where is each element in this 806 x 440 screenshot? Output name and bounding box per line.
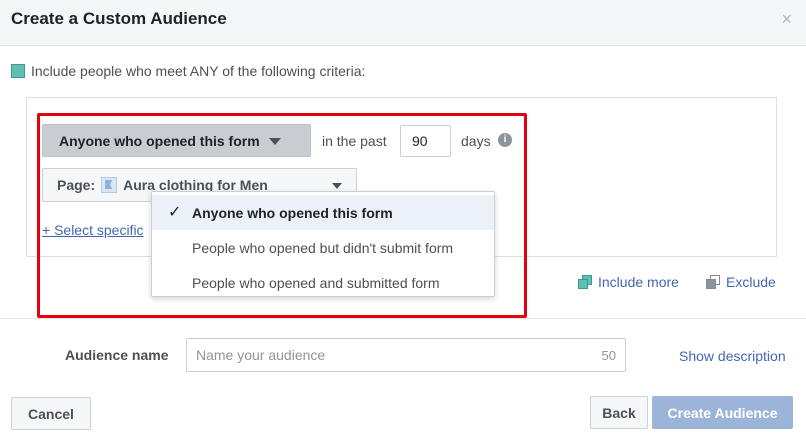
- include-more-link[interactable]: Include more: [578, 274, 679, 290]
- checkmark-icon: ✓: [168, 204, 182, 221]
- page-prefix-label: Page:: [57, 177, 96, 193]
- days-label: days: [461, 133, 491, 149]
- dropdown-item-label: People who opened and submitted form: [192, 274, 440, 291]
- select-specific-link[interactable]: + Select specific: [42, 222, 144, 238]
- show-description-link[interactable]: Show description: [679, 348, 786, 364]
- include-stack-icon: [578, 274, 593, 290]
- cancel-button[interactable]: Cancel: [11, 397, 91, 430]
- close-icon[interactable]: ×: [781, 10, 792, 28]
- dropdown-item-label: Anyone who opened this form: [192, 204, 393, 221]
- audience-name-input[interactable]: [187, 339, 567, 371]
- days-input[interactable]: [400, 125, 451, 157]
- dropdown-item-opened-and-submitted[interactable]: People who opened and submitted form: [152, 265, 494, 300]
- dropdown-item-opened-not-submitted[interactable]: People who opened but didn't submit form: [152, 230, 494, 265]
- dropdown-item-anyone-opened[interactable]: ✓ Anyone who opened this form: [152, 195, 494, 230]
- exclude-link[interactable]: Exclude: [706, 274, 776, 290]
- dropdown-item-label: People who opened but didn't submit form: [192, 239, 454, 256]
- include-more-label: Include more: [598, 274, 679, 290]
- event-type-dropdown-menu: ✓ Anyone who opened this form People who…: [151, 191, 495, 297]
- char-limit-counter: 50: [601, 348, 616, 363]
- create-audience-button[interactable]: Create Audience: [652, 396, 793, 429]
- dialog-title: Create a Custom Audience: [11, 9, 227, 28]
- caret-down-icon: [268, 138, 281, 145]
- exclude-label: Exclude: [726, 274, 776, 290]
- audience-name-label: Audience name: [65, 347, 169, 363]
- criteria-row: Include people who meet ANY of the follo…: [11, 63, 365, 79]
- chevron-down-icon: [332, 183, 342, 189]
- page-flag-icon: [101, 177, 118, 193]
- section-divider: [0, 318, 806, 319]
- dialog-header: Create a Custom Audience ×: [0, 0, 806, 46]
- event-type-label: Anyone who opened this form: [59, 132, 260, 149]
- teal-square-icon: [11, 64, 25, 78]
- info-icon[interactable]: i: [498, 133, 512, 147]
- audience-name-field: 50: [186, 338, 626, 372]
- criteria-text: Include people who meet ANY of the follo…: [31, 63, 366, 79]
- in-the-past-label: in the past: [322, 133, 387, 149]
- exclude-stack-icon: [706, 274, 721, 290]
- event-type-select[interactable]: Anyone who opened this form: [42, 124, 311, 157]
- back-button[interactable]: Back: [590, 396, 648, 429]
